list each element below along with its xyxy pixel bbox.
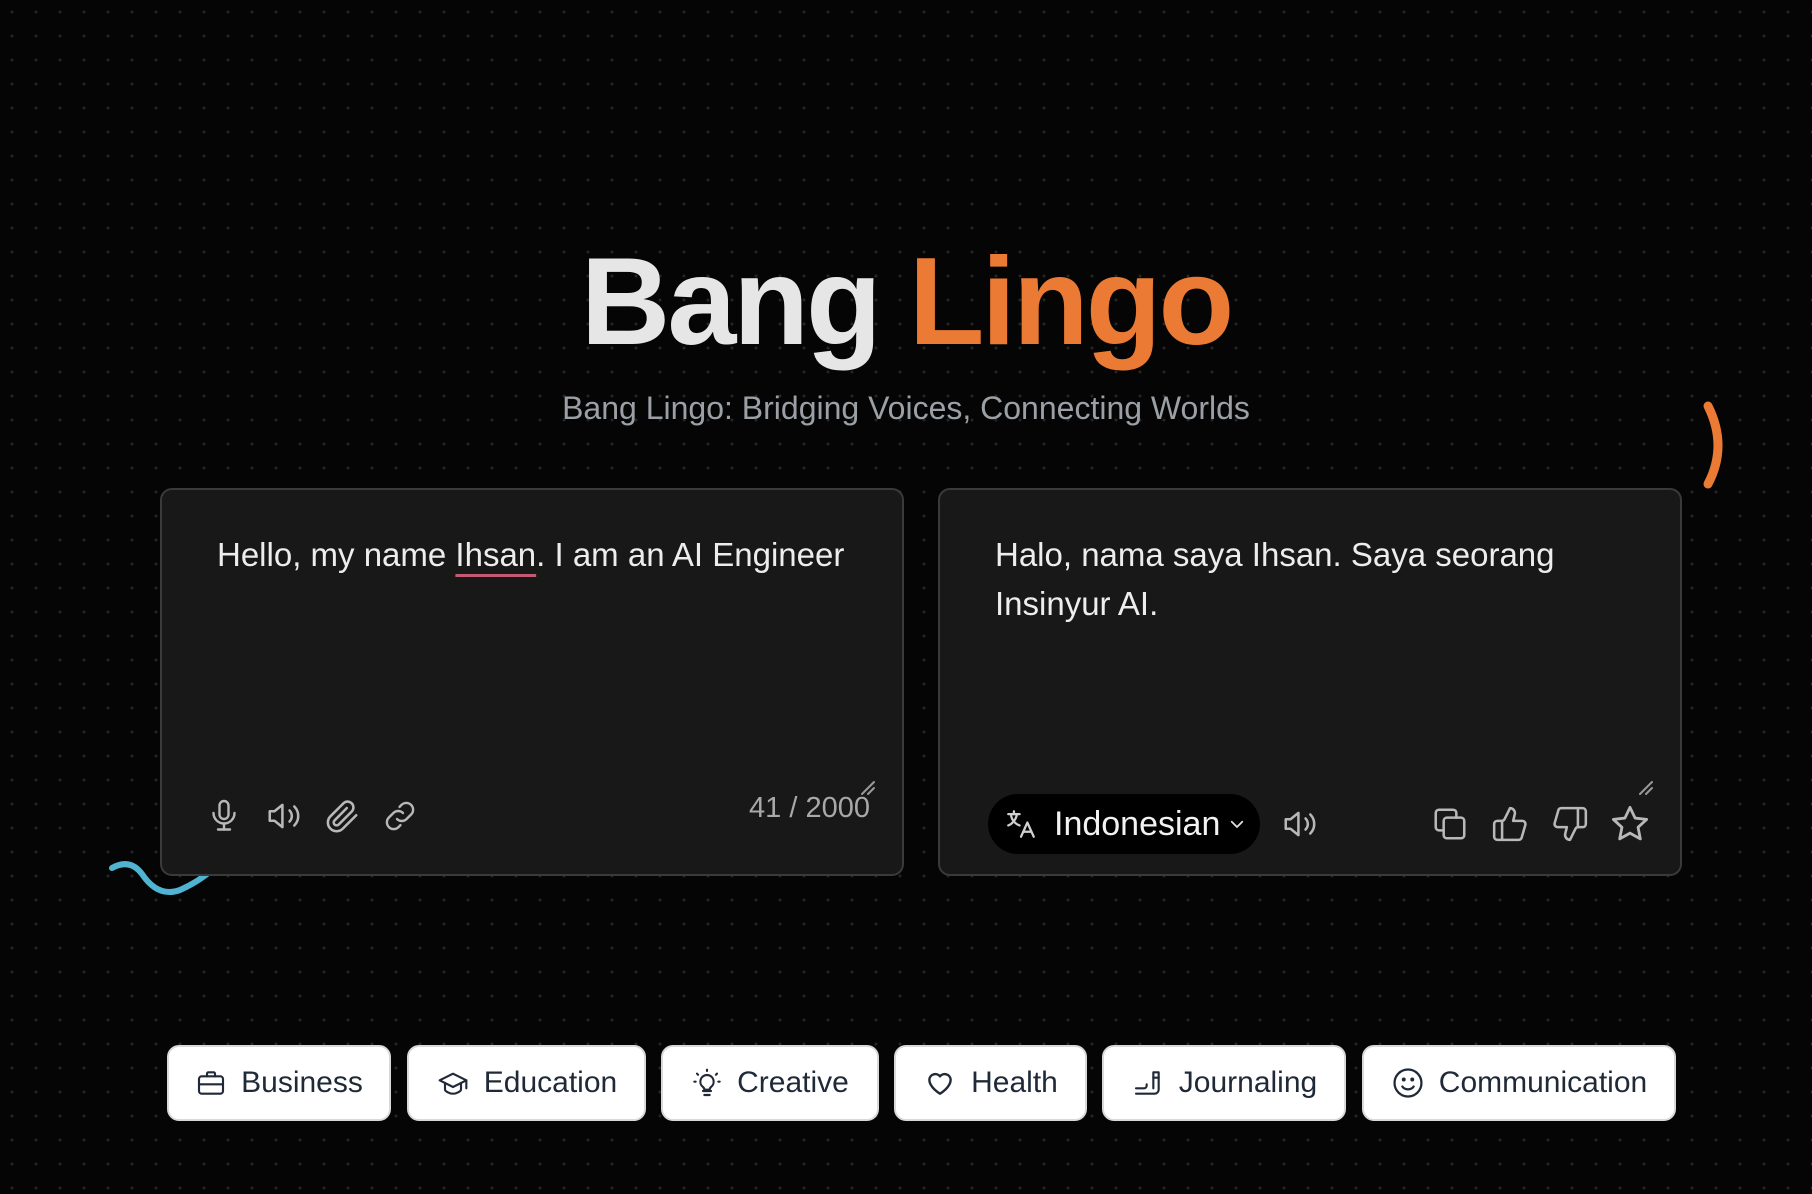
category-chip-creative[interactable]: Creative xyxy=(661,1045,879,1121)
source-text-after: . I am an AI Engineer xyxy=(536,536,845,573)
category-label: Health xyxy=(971,1066,1058,1099)
paperclip-icon xyxy=(326,800,358,833)
category-label: Education xyxy=(483,1066,618,1099)
translation-output-panel: Halo, nama saya Ihsan. Saya seorang Insi… xyxy=(938,488,1682,876)
thumbs-up-button[interactable] xyxy=(1486,800,1534,848)
category-label: Business xyxy=(241,1066,363,1099)
app-title-part-2: Lingo xyxy=(908,233,1234,371)
read-translation-aloud-button[interactable] xyxy=(1276,800,1324,848)
speaker-icon xyxy=(1284,811,1316,837)
attach-file-button[interactable] xyxy=(318,792,366,840)
microphone-button[interactable] xyxy=(200,792,248,840)
target-language-select[interactable]: Indonesian xyxy=(988,794,1260,854)
graduation-cap-icon xyxy=(438,1072,468,1095)
category-chip-journaling[interactable]: Journaling xyxy=(1102,1045,1346,1121)
translate-icon xyxy=(1007,810,1035,838)
heart-icon xyxy=(928,1072,953,1095)
decorative-orange-arc xyxy=(1703,401,1723,489)
category-chip-communication[interactable]: Communication xyxy=(1362,1045,1676,1121)
thumbs-up-icon xyxy=(1492,806,1527,842)
category-label: Communication xyxy=(1438,1066,1648,1099)
lightbulb-icon xyxy=(693,1068,721,1097)
category-label: Journaling xyxy=(1178,1066,1318,1099)
selected-language: Indonesian xyxy=(1054,804,1221,843)
category-chip-business[interactable]: Business xyxy=(167,1045,391,1121)
chevron-down-icon xyxy=(1228,815,1246,833)
category-chip-bar: Business Education Creative Health Journ… xyxy=(0,1045,1812,1121)
briefcase-icon xyxy=(198,1071,225,1095)
journaling-icon xyxy=(1134,1071,1160,1095)
microphone-icon xyxy=(212,799,236,831)
spellcheck-flagged-word[interactable]: Ihsan xyxy=(455,536,536,573)
app-title-part-1: Bang xyxy=(580,233,882,371)
category-chip-health[interactable]: Health xyxy=(894,1045,1087,1121)
read-aloud-button[interactable] xyxy=(260,792,308,840)
source-text-before: Hello, my name xyxy=(217,536,456,573)
app-subtitle: Bang Lingo: Bridging Voices, Connecting … xyxy=(562,390,1250,426)
link-icon xyxy=(385,801,415,831)
source-text-input[interactable]: Hello, my name Ihsan. I am an AI Enginee… xyxy=(217,530,847,579)
app-title: Bang Lingo xyxy=(0,232,1812,372)
favorite-button[interactable] xyxy=(1606,800,1654,848)
category-label: Creative xyxy=(737,1066,849,1099)
thumbs-down-button[interactable] xyxy=(1546,800,1594,848)
star-icon xyxy=(1611,805,1649,841)
category-chip-education[interactable]: Education xyxy=(407,1045,646,1121)
copy-icon xyxy=(1434,808,1466,840)
insert-link-button[interactable] xyxy=(376,792,424,840)
thumbs-down-icon xyxy=(1553,806,1588,842)
translation-output-text: Halo, nama saya Ihsan. Saya seorang Insi… xyxy=(995,536,1555,622)
smile-icon xyxy=(1393,1068,1423,1098)
resize-handle-icon[interactable] xyxy=(1638,780,1654,796)
source-text-panel: Hello, my name Ihsan. I am an AI Enginee… xyxy=(160,488,904,876)
speaker-icon xyxy=(268,803,300,829)
character-count: 41 / 2000 xyxy=(749,792,870,824)
copy-translation-button[interactable] xyxy=(1426,800,1474,848)
